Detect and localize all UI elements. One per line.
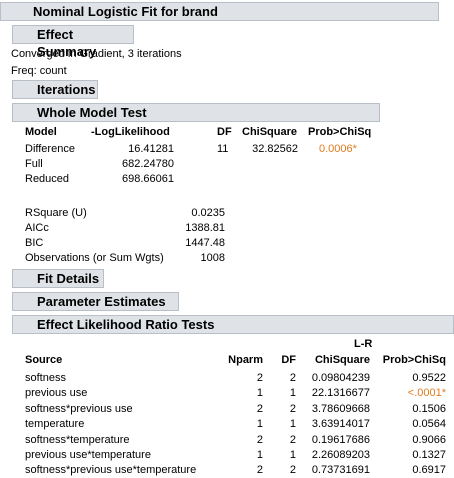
stat-value: 0.0235 [191,207,225,219]
table-row-loglik: 682.24780 [122,158,174,170]
col-chisq-header: ChiSquare [242,126,298,138]
lr-row-nparm: 2 [256,403,263,415]
lr-row-chisq: 0.19617686 [311,434,370,446]
stat-value: 1447.48 [185,237,225,249]
lr-row-df: 1 [289,449,296,461]
table-row-prob: 0.0006* [319,143,357,155]
lr-row-prob: 0.6917 [412,464,446,476]
iterations-header[interactable]: Iterations [12,80,98,99]
lr-row-chisq: 22.1316677 [311,387,370,399]
col-source-header: Source [25,354,63,366]
table-row-chisq: 32.82562 [252,143,298,155]
lr-row-df: 1 [289,387,296,399]
lr-row-prob: 0.1506 [412,403,446,415]
table-row-loglik: 16.41281 [128,143,174,155]
table-row-df: 11 [217,143,229,155]
parameter-estimates-header[interactable]: Parameter Estimates [12,292,179,311]
lr-row-source: previous use*temperature [25,449,151,461]
effect-summary-header[interactable]: Effect Summary [12,25,134,59]
lr-row-prob: 0.1327 [412,449,446,461]
col-df-header: DF [217,126,232,138]
lr-row-df: 2 [289,372,296,384]
report-title-header[interactable]: Nominal Logistic Fit for brand [0,2,439,21]
lr-row-chisq: 3.63914017 [311,418,370,430]
col-chisq-header: ChiSquare [314,354,370,366]
parameter-estimates-label: Parameter Estimates [37,294,166,309]
col-nparm-header: Nparm [228,354,263,366]
converged-text: Converged in Gradient, 3 iterations [11,48,182,60]
lr-row-prob: 0.0564 [412,418,446,430]
lr-row-nparm: 1 [256,387,263,399]
lr-row-source: softness*temperature [25,434,130,446]
col-prob-header: Prob>ChiSq [308,126,372,138]
col-lr-top-header: L-R [354,338,373,350]
lr-row-source: previous use [25,387,88,399]
iterations-label: Iterations [37,82,96,97]
lr-row-chisq: 0.73731691 [311,464,370,476]
col-model-header: Model [25,126,57,138]
stat-label: RSquare (U) [25,207,87,219]
lr-row-prob: <.0001* [407,387,446,399]
stat-value: 1008 [200,252,225,264]
lr-row-chisq: 2.26089203 [311,449,370,461]
lr-row-nparm: 1 [256,449,263,461]
freq-text: Freq: count [11,65,67,77]
col-prob-header: Prob>ChiSq [382,354,446,366]
fit-details-label: Fit Details [37,271,100,286]
lr-row-chisq: 3.78609668 [311,403,370,415]
lr-row-prob: 0.9066 [412,434,446,446]
stat-label: Observations (or Sum Wgts) [25,252,164,264]
lr-row-df: 2 [289,403,296,415]
lr-row-source: temperature [25,418,85,430]
report-title: Nominal Logistic Fit for brand [33,4,218,19]
lr-row-nparm: 2 [256,464,263,476]
lr-row-source: softness [25,372,66,384]
stat-value: 1388.81 [185,222,225,234]
table-row-model: Difference [25,143,75,155]
table-row-model: Reduced [25,173,70,185]
lr-row-source: softness*previous use [25,403,133,415]
effect-lr-tests-label: Effect Likelihood Ratio Tests [37,317,215,332]
col-loglik-header: -LogLikelihood [91,126,170,138]
lr-row-prob: 0.9522 [412,372,446,384]
lr-row-chisq: 0.09804239 [311,372,370,384]
col-df-header: DF [281,354,296,366]
lr-row-df: 2 [289,434,296,446]
whole-model-test-label: Whole Model Test [37,105,147,120]
lr-row-nparm: 1 [256,418,263,430]
lr-row-nparm: 2 [256,434,263,446]
table-row-model: Full [25,158,43,170]
lr-row-nparm: 2 [256,372,263,384]
table-row-loglik: 698.66061 [122,173,174,185]
lr-row-df: 1 [289,418,296,430]
whole-model-test-header[interactable]: Whole Model Test [12,103,380,122]
fit-details-header[interactable]: Fit Details [12,269,104,288]
stat-label: BIC [25,237,44,249]
lr-row-df: 2 [289,464,296,476]
effect-lr-tests-header[interactable]: Effect Likelihood Ratio Tests [12,315,454,334]
lr-row-source: softness*previous use*temperature [25,464,197,476]
stat-label: AICc [25,222,49,234]
